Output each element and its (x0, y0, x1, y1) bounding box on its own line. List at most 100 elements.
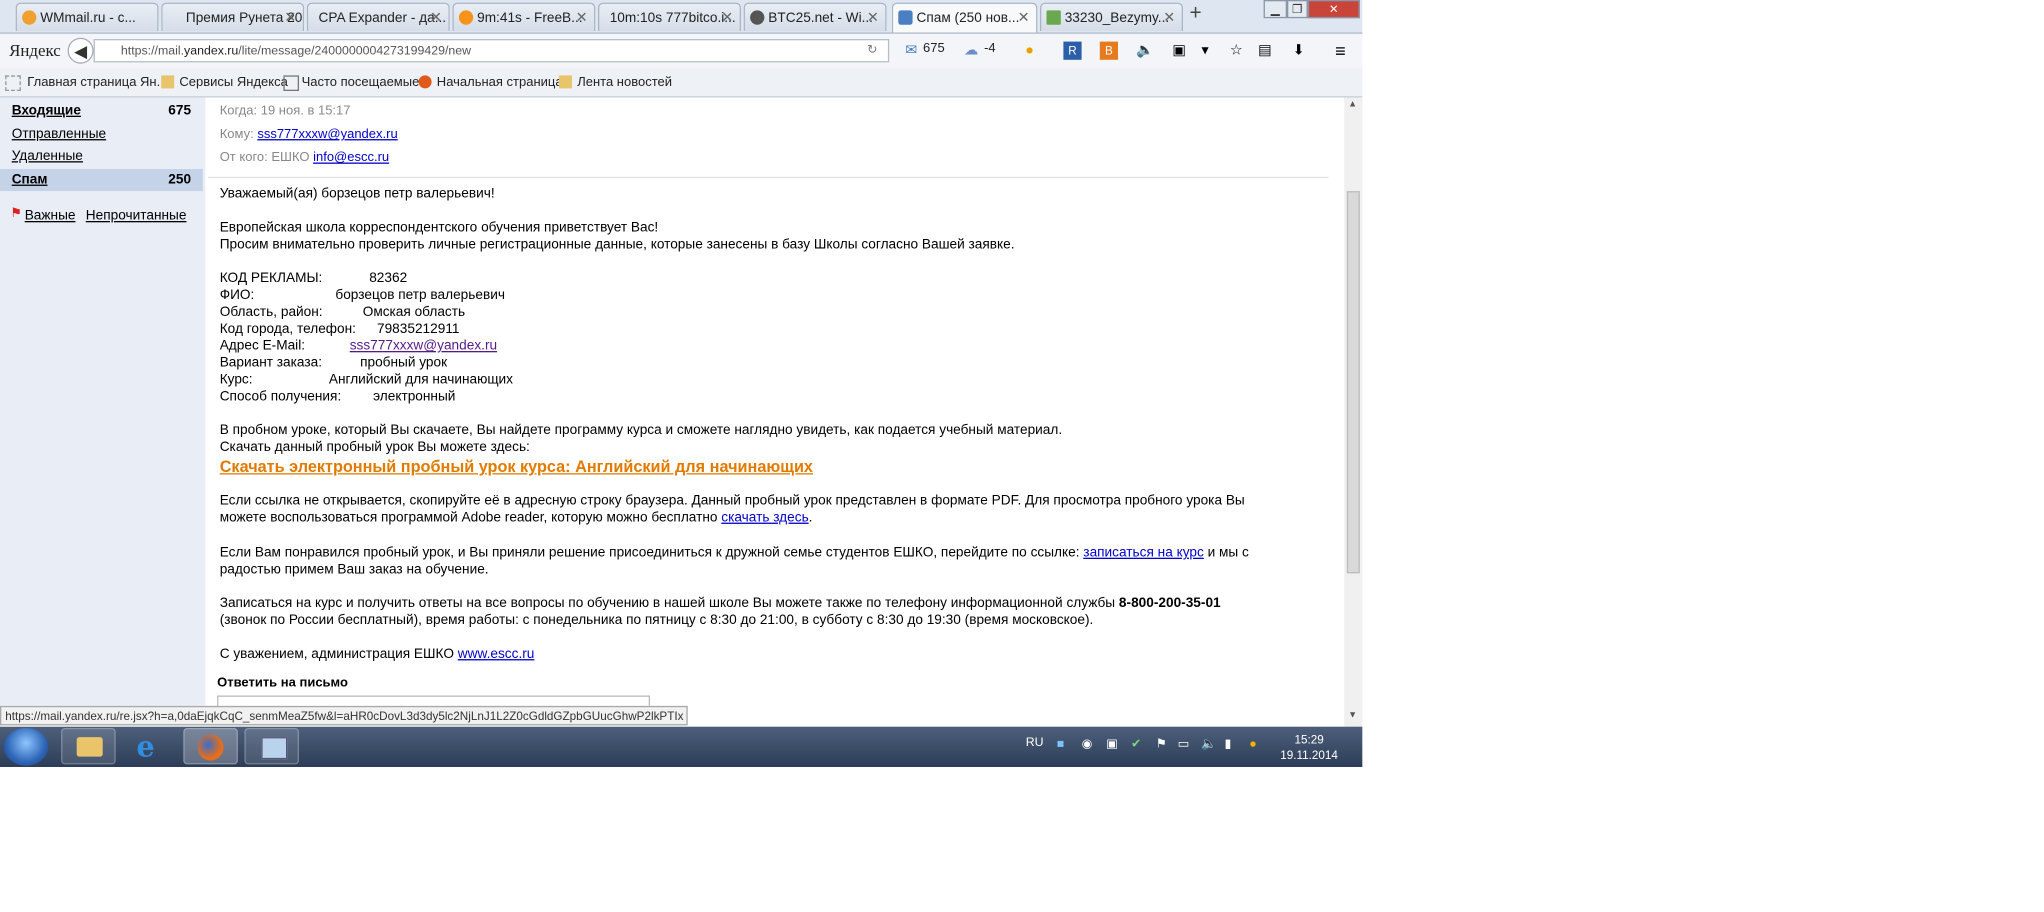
yandex-bar-icon[interactable]: ● (1020, 42, 1038, 60)
phone-number: 8-800-200-35-01 (1118, 595, 1221, 611)
cloud-icon[interactable]: ☁ (962, 42, 980, 60)
from-row: От кого: ЕШКО info@escc.ru (219, 150, 390, 166)
minimize-button[interactable]: ▁ (1263, 0, 1287, 19)
clipboard-icon[interactable]: ▤ (1256, 42, 1274, 60)
close-icon[interactable]: ✕ (1163, 9, 1175, 26)
tab-freebitcoin[interactable]: 9m:41s - FreeB... ✕ (452, 2, 596, 32)
phone-text-1: Записаться на курс и получить ответы на … (219, 595, 1221, 611)
flag-tray-icon[interactable]: ⚑ (1156, 737, 1167, 751)
tab-image[interactable]: 33230_Bezymy... ✕ (1040, 2, 1183, 32)
tab-btc25[interactable]: BTC25.net - Wi... ✕ (743, 2, 887, 32)
folder-sent[interactable]: Отправленные (0, 123, 203, 145)
scroll-up-icon[interactable]: ▲ (1348, 100, 1357, 109)
weather-value[interactable]: -4 (984, 42, 996, 56)
from-email-link[interactable]: info@escc.ru (313, 151, 389, 165)
field-value: Английский для начинающих (328, 371, 514, 388)
folder-inbox[interactable]: Входящие 675 (0, 100, 203, 122)
join-text-1: Если Вам понравился пробный урок, и Вы п… (219, 544, 1249, 561)
scroll-down-icon[interactable]: ▼ (1348, 711, 1357, 720)
bookmark-yandex-home[interactable]: Главная страница Ян... (9, 75, 167, 89)
folder-label[interactable]: Отправленные (12, 126, 106, 142)
app-tray-icon[interactable]: ▣ (1106, 737, 1118, 751)
bookmark-yandex-services[interactable]: Сервисы Яндекса (161, 75, 288, 90)
status-link-preview: https://mail.yandex.ru/re.jsx?h=a,0daEjq… (0, 705, 688, 726)
mail-favicon-icon (898, 10, 913, 25)
download-icon[interactable]: ⬇ (1290, 42, 1308, 60)
folder-count: 250 (168, 171, 192, 188)
important-filter-link[interactable]: Важные (25, 208, 76, 224)
addon-icon[interactable]: B (1099, 41, 1118, 60)
clock-date: 19.11.2014 (1280, 748, 1338, 762)
system-clock[interactable]: 15:29 19.11.2014 (1271, 732, 1346, 763)
page-scrollbar[interactable]: ▲ ▼ (1344, 97, 1363, 727)
language-indicator[interactable]: RU (1026, 736, 1044, 750)
folder-spam[interactable]: Спам 250 (0, 169, 203, 192)
bookmark-start-page[interactable]: Начальная страница (418, 75, 563, 90)
close-icon[interactable]: ✕ (1018, 9, 1030, 26)
folder-label[interactable]: Входящие (12, 103, 81, 119)
start-button[interactable] (3, 728, 49, 766)
wmmail-favicon-icon (22, 10, 37, 25)
back-button[interactable]: ◀ (67, 37, 94, 64)
tab-777bitco[interactable]: 10m:10s 777bitco.i... ✕ (598, 2, 741, 32)
close-icon[interactable]: ✕ (284, 9, 296, 26)
close-icon[interactable]: ✕ (576, 9, 588, 26)
volume-tray-icon[interactable]: 🔈 (1201, 737, 1216, 751)
explorer-taskbar-button[interactable] (61, 728, 116, 765)
enroll-link[interactable]: записаться на курс (1083, 545, 1203, 561)
network-tray-icon[interactable]: ■ (1057, 737, 1064, 751)
trial-text-2: Скачать данный пробный урок Вы можете зд… (219, 439, 530, 455)
close-icon[interactable]: ✕ (867, 9, 879, 26)
ie-taskbar-button[interactable]: e (122, 728, 177, 765)
maximize-button[interactable]: ❐ (1287, 0, 1308, 19)
update-tray-icon[interactable]: ◉ (1082, 737, 1093, 751)
reload-icon[interactable]: ↻ (867, 43, 877, 57)
pocket-icon[interactable]: R (1063, 41, 1082, 60)
tab-spam-active[interactable]: Спам (250 нов... ✕ (891, 2, 1038, 33)
copy-text-2: можете воспользоваться программой Adobe … (219, 509, 813, 526)
adobe-download-link[interactable]: скачать здесь (721, 510, 808, 526)
reply-textarea[interactable] (217, 695, 651, 706)
tab-label: CPA Expander - да... (318, 10, 447, 26)
close-icon[interactable]: ✕ (721, 9, 733, 26)
shield-tray-icon[interactable]: ✔ (1131, 737, 1141, 751)
folder-label[interactable]: Удаленные (12, 148, 83, 164)
tab-runet-award[interactable]: Премия Рунета 20... ✕ (161, 2, 305, 32)
app-taskbar-button[interactable] (244, 728, 299, 765)
address-bar[interactable]: https://mail.yandex.ru/lite/message/2400… (93, 39, 890, 63)
close-icon[interactable]: ✕ (430, 9, 442, 26)
folder-deleted[interactable]: Удаленные (0, 146, 203, 168)
folder-sidebar: Входящие 675 Отправленные Удаленные Спам… (0, 97, 206, 706)
mail-count[interactable]: 675 (923, 42, 945, 56)
close-window-button[interactable]: ✕ (1307, 0, 1360, 19)
field-label: Область, район: (219, 304, 323, 320)
yandex-logo[interactable]: Яндекс (9, 40, 61, 61)
menu-icon[interactable]: ≡ (1331, 42, 1349, 60)
firefox-taskbar-button[interactable] (183, 728, 238, 765)
speaker-icon[interactable]: 🔈 (1136, 42, 1154, 60)
power-tray-icon[interactable]: ▮ (1225, 737, 1232, 751)
tab-label: 33230_Bezymy... (1064, 10, 1170, 26)
display-tray-icon[interactable]: ▭ (1178, 737, 1190, 751)
star-icon[interactable]: ☆ (1227, 42, 1245, 60)
yandex-tray-icon[interactable]: ● (1249, 737, 1256, 751)
scroll-thumb[interactable] (1346, 191, 1360, 574)
tab-label: 10m:10s 777bitco.i... (609, 10, 736, 26)
field-value: пробный урок (360, 354, 448, 371)
field-value: борзецов петр валерьевич (335, 287, 505, 303)
to-email-link[interactable]: sss777xxxw@yandex.ru (257, 127, 397, 141)
download-trial-link[interactable]: Скачать электронный пробный урок курса: … (220, 458, 813, 476)
chevron-down-icon[interactable]: ▾ (1196, 42, 1214, 60)
tab-cpa-expander[interactable]: CPA Expander - да... ✕ (306, 2, 450, 32)
bookmark-most-visited[interactable]: Часто посещаемые (283, 75, 419, 91)
new-tab-button[interactable]: + (1190, 3, 1202, 26)
screenshot-icon[interactable]: ▣ (1170, 42, 1188, 60)
firefox-icon (197, 734, 224, 761)
mail-icon[interactable]: ✉ (902, 42, 920, 60)
bookmark-news-feed[interactable]: Лента новостей (559, 75, 672, 90)
email-field-link[interactable]: sss777xxxw@yandex.ru (350, 338, 497, 354)
folder-label[interactable]: Спам (12, 172, 48, 188)
unread-filter-link[interactable]: Непрочитанные (86, 208, 187, 224)
tab-wmmail[interactable]: WMmail.ru - с... (15, 2, 159, 32)
escc-site-link[interactable]: www.escc.ru (458, 646, 535, 662)
